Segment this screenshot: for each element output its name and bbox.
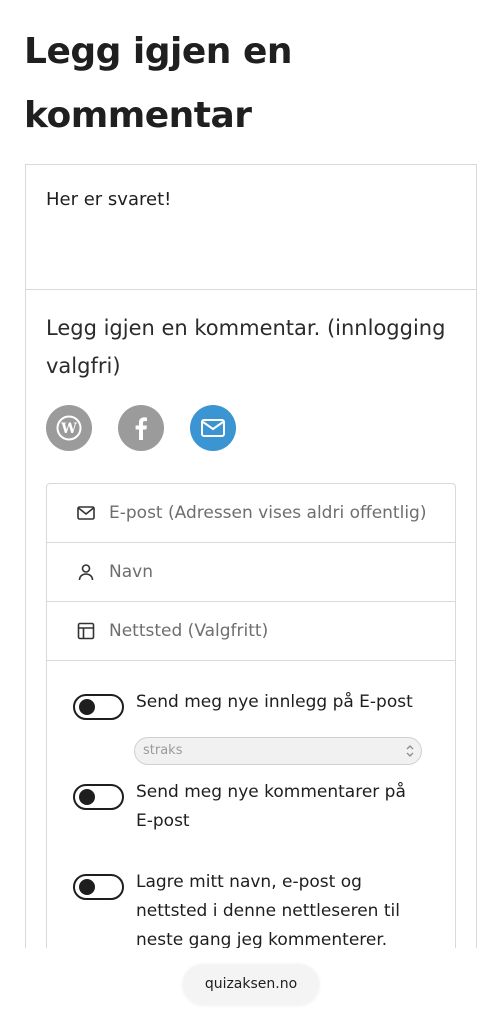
name-placeholder: Navn: [109, 562, 153, 582]
save-info-toggle[interactable]: Lagre mitt navn, e-post og nettsted i de…: [73, 872, 428, 955]
toggle-switch[interactable]: [73, 694, 124, 720]
person-icon: [78, 564, 94, 581]
name-field[interactable]: Navn: [47, 543, 455, 602]
email-placeholder: E-post (Adressen vises aldri offentlig): [109, 503, 427, 523]
wordpress-login-button[interactable]: W: [46, 405, 92, 451]
wordpress-icon: W: [56, 415, 82, 441]
login-prompt: Legg igjen en kommentar. (innlogging val…: [46, 316, 446, 378]
frequency-select[interactable]: straks: [134, 737, 422, 765]
select-arrows-icon: [406, 745, 414, 757]
comment-textarea[interactable]: Her er svaret!: [26, 165, 476, 290]
facebook-login-button[interactable]: [118, 405, 164, 451]
envelope-icon: [77, 506, 95, 520]
website-field[interactable]: Nettsted (Valgfritt): [47, 602, 455, 661]
subscribe-comments-toggle[interactable]: Send meg nye kommentarer på E-post: [73, 782, 428, 836]
subscribe-posts-label: Send meg nye innlegg på E-post: [136, 692, 413, 712]
domain-label: quizaksen.no: [204, 976, 298, 992]
website-icon: [77, 622, 95, 640]
url-pill[interactable]: quizaksen.no: [183, 964, 319, 1004]
comment-fields: E-post (Adressen vises aldri offentlig) …: [46, 483, 456, 983]
comment-form: Her er svaret! Legg igjen en kommentar. …: [25, 164, 477, 983]
facebook-icon: [135, 417, 147, 440]
subscribe-posts-toggle[interactable]: Send meg nye innlegg på E-post: [73, 692, 428, 720]
email-login-button[interactable]: [190, 405, 236, 451]
website-placeholder: Nettsted (Valgfritt): [109, 621, 269, 641]
toggle-switch[interactable]: [73, 874, 124, 900]
page-title: Legg igjen en kommentar: [24, 31, 293, 136]
frequency-value: straks: [143, 743, 183, 758]
svg-text:W: W: [60, 421, 77, 437]
toggle-switch[interactable]: [73, 784, 124, 810]
save-info-label: Lagre mitt navn, e-post og nettsted i de…: [136, 872, 400, 950]
email-field[interactable]: E-post (Adressen vises aldri offentlig): [47, 484, 455, 543]
subscribe-comments-label: Send meg nye kommentarer på E-post: [136, 782, 406, 831]
mail-icon: [201, 419, 225, 437]
